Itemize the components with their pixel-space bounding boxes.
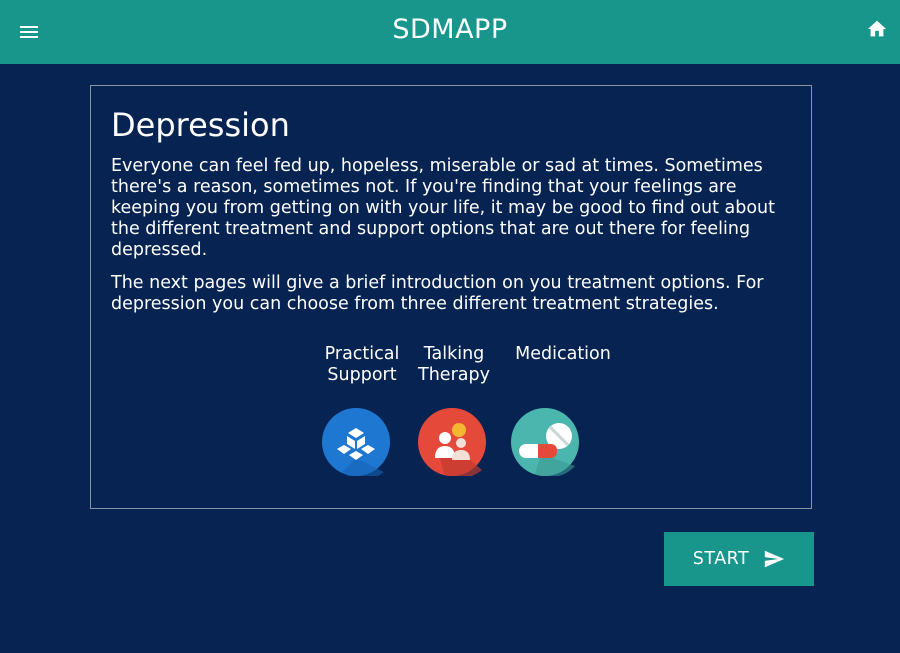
home-button[interactable] [866, 18, 888, 40]
start-button-label: START [692, 549, 750, 569]
option-label-line1: Medication [515, 344, 611, 364]
option-label-line2: Support [327, 365, 397, 385]
option-medication[interactable]: Medication [511, 344, 615, 476]
start-button[interactable]: START [664, 532, 814, 586]
home-icon [867, 20, 887, 37]
option-label-line2: Therapy [418, 365, 490, 385]
talking-therapy-icon [418, 408, 486, 476]
option-practical-support[interactable]: Practical Support [322, 344, 402, 476]
intro-paragraph: Everyone can feel fed up, hopeless, mise… [111, 156, 775, 260]
treatment-options: Practical Support Talking Therapy Medica… [322, 344, 622, 484]
option-label-line1: Practical [324, 344, 400, 364]
page-heading: Depression [111, 106, 290, 144]
option-talking-therapy[interactable]: Talking Therapy [418, 344, 490, 476]
option-label-line1: Talking [423, 344, 485, 364]
practical-support-icon [322, 408, 390, 476]
medication-icon [511, 408, 579, 476]
send-icon [765, 550, 785, 568]
app-bar: SDMAPP [0, 0, 900, 64]
app-title: SDMAPP [392, 14, 508, 45]
options-paragraph: The next pages will give a brief introdu… [111, 273, 764, 314]
info-card: Depression Everyone can feel fed up, hop… [90, 85, 812, 509]
